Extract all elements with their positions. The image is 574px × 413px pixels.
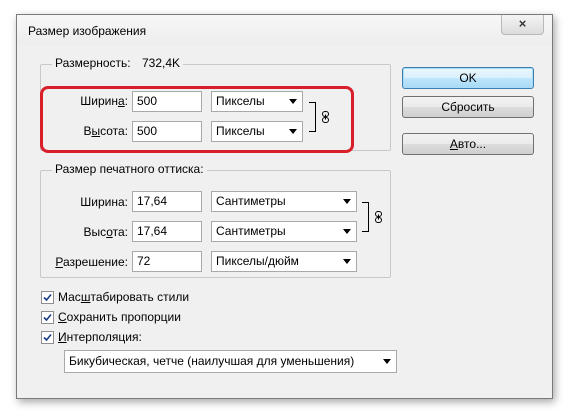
- doc-height-input[interactable]: 17,64: [132, 221, 202, 242]
- constrain-proportions-label: Сохранить пропорции: [58, 310, 181, 324]
- scale-styles-label: Масштабировать стили: [58, 290, 190, 304]
- resample-label: Интерполяция:: [58, 330, 142, 344]
- document-size-legend: Размер печатного оттиска:: [52, 162, 207, 176]
- ok-button[interactable]: OK: [402, 67, 534, 89]
- reset-button[interactable]: Сбросить: [402, 96, 534, 118]
- close-button[interactable]: ×: [501, 15, 544, 35]
- doc-link-bracket: [362, 202, 369, 232]
- doc-width-unit-select[interactable]: Сантиметры: [211, 191, 357, 212]
- check-icon: [43, 313, 52, 322]
- image-size-dialog: Размер изображения × Размерность: 732,4K…: [16, 14, 553, 399]
- constrain-proportions-checkbox[interactable]: [41, 311, 54, 324]
- check-icon: [43, 293, 52, 302]
- auto-button[interactable]: Авто...: [402, 133, 534, 155]
- resample-method-select[interactable]: Бикубическая, четче (наилучшая для умень…: [64, 350, 397, 373]
- resample-checkbox[interactable]: [41, 331, 54, 344]
- scale-styles-checkbox[interactable]: [41, 291, 54, 304]
- doc-height-label: Высота:: [83, 225, 128, 239]
- dialog-title: Размер изображения: [28, 24, 147, 38]
- highlight-frame: [40, 86, 354, 153]
- doc-width-input[interactable]: 17,64: [132, 191, 202, 212]
- doc-width-label: Ширина:: [80, 195, 128, 209]
- doc-height-unit-select[interactable]: Сантиметры: [211, 221, 357, 242]
- pixel-dimensions-legend: Размерность: 732,4K: [52, 56, 184, 70]
- chevron-down-icon: [343, 199, 351, 204]
- resolution-label: Разрешение:: [55, 255, 128, 269]
- title-bar[interactable]: Размер изображения ×: [17, 15, 552, 45]
- chain-link-icon: [375, 211, 382, 223]
- chevron-down-icon: [343, 259, 351, 264]
- chevron-down-icon: [383, 359, 391, 364]
- check-icon: [43, 333, 52, 342]
- resolution-input[interactable]: 72: [132, 251, 202, 272]
- chevron-down-icon: [343, 229, 351, 234]
- pixel-dimensions-size: 732,4K: [141, 56, 181, 70]
- resolution-unit-select[interactable]: Пикселы/дюйм: [211, 251, 357, 272]
